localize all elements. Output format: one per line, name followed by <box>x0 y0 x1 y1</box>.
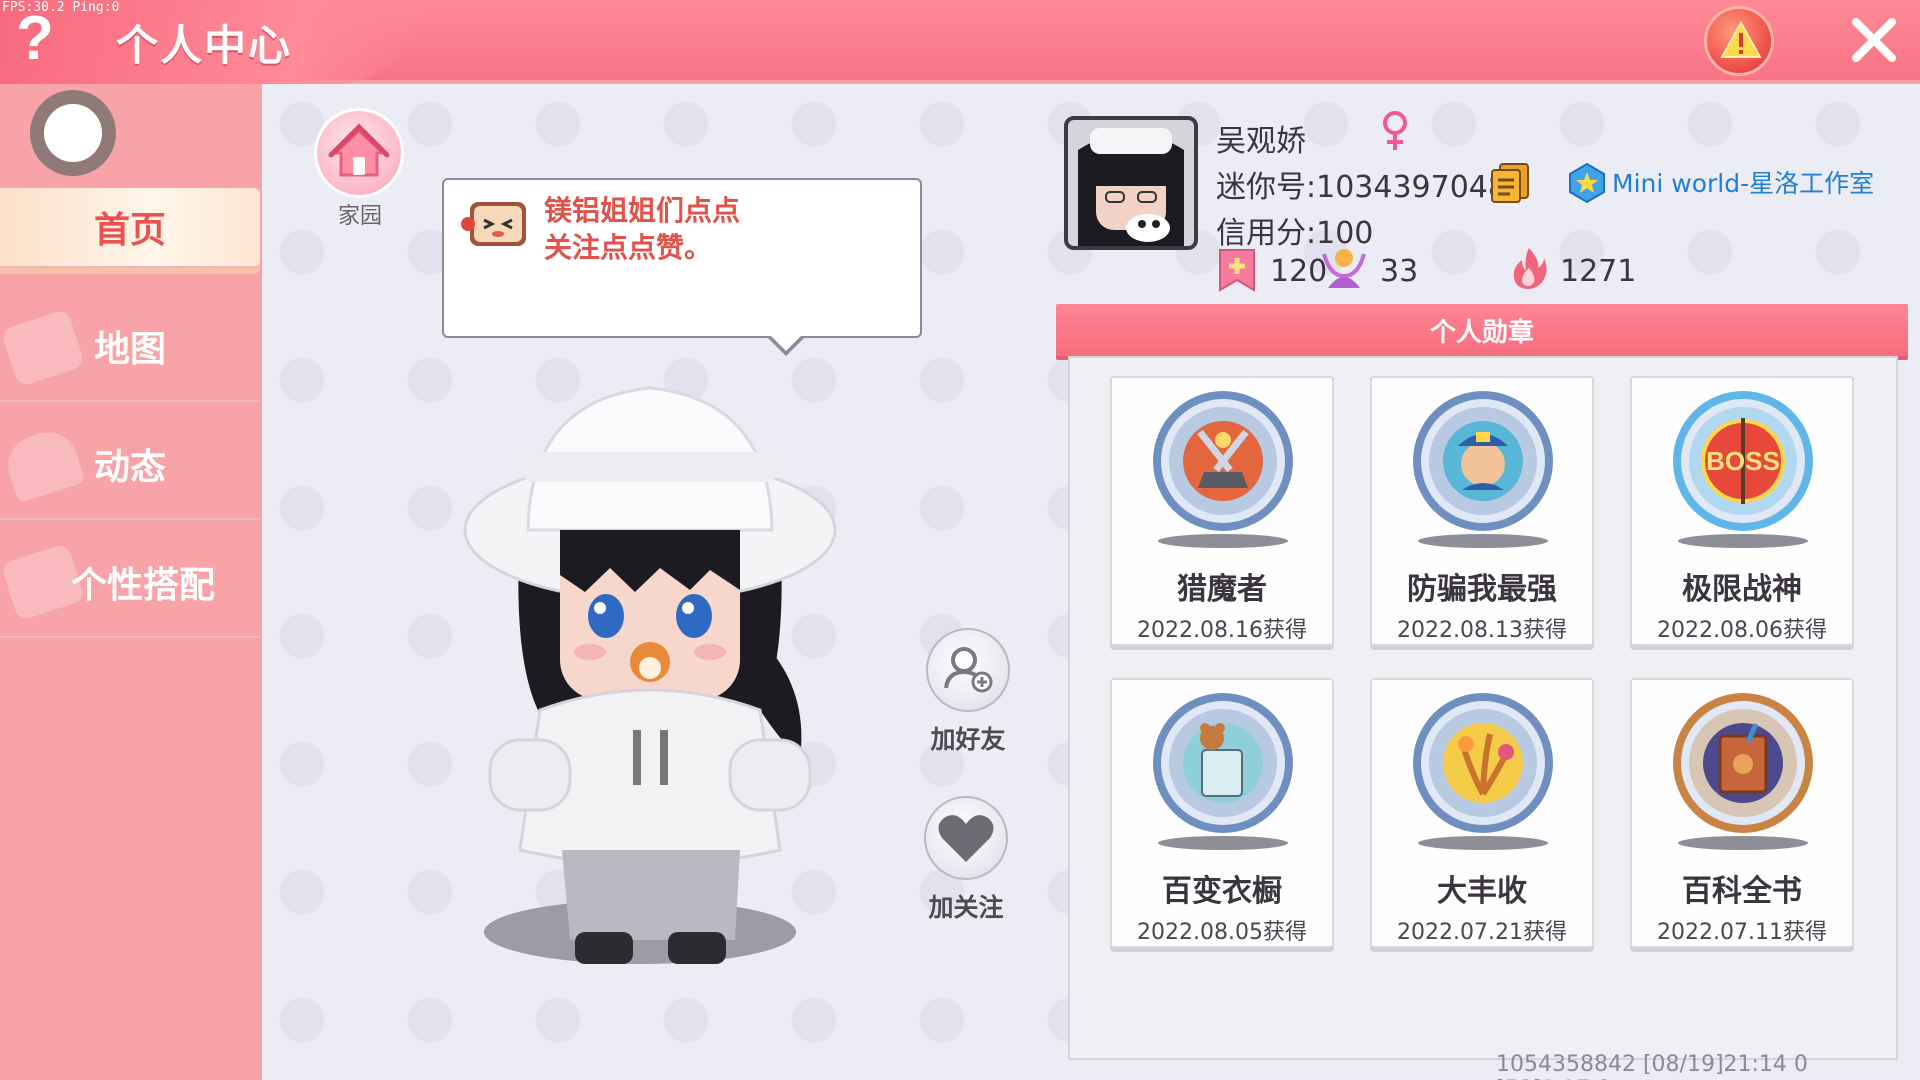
medal-header: 个人勋章 <box>1056 304 1908 360</box>
medal-name: 百变衣橱 <box>1162 874 1282 909</box>
user-status-avatar[interactable] <box>30 90 116 176</box>
top-bar: FPS:30.2 Ping:0 ? 个人中心 <box>0 0 1920 84</box>
player-name: 吴观娇 <box>1216 124 1306 159</box>
home-button[interactable] <box>314 108 404 198</box>
add-person-icon <box>944 647 993 693</box>
bell-icon <box>0 424 86 504</box>
medal-section-title: 个人勋章 <box>1429 318 1534 348</box>
sidebar-item-map[interactable]: 地图 <box>0 292 260 402</box>
medal-pedestal <box>1158 836 1288 850</box>
medal-name: 大丰收 <box>1437 874 1527 909</box>
medal-card[interactable]: 大丰收 2022.07.21获得 <box>1370 678 1594 948</box>
swords-medal-icon <box>1153 391 1293 531</box>
svg-text:BOSS: BOSS <box>1706 446 1780 476</box>
boss-medal-icon: BOSS <box>1673 391 1813 531</box>
medal-name: 猎魔者 <box>1177 572 1267 607</box>
medal-name: 防骗我最强 <box>1407 572 1557 607</box>
mini-id: 迷你号:1034397048 <box>1216 170 1507 205</box>
stat-flag-value: 120 <box>1270 254 1328 289</box>
follow-button[interactable] <box>924 796 1008 880</box>
medal-pedestal <box>1418 534 1548 548</box>
sidebar-item-outfit[interactable]: 个性搭配 <box>0 528 260 638</box>
medal-date: 2022.08.05获得 <box>1137 920 1307 945</box>
house-icon <box>328 123 390 177</box>
map-icon <box>0 308 86 388</box>
medal-date: 2022.08.06获得 <box>1657 618 1827 643</box>
page-title: 个人中心 <box>116 21 293 70</box>
home-label: 家园 <box>337 204 382 229</box>
player-character[interactable] <box>450 380 850 980</box>
stat-flame-value: 1271 <box>1560 254 1637 289</box>
mascot-emoji-icon <box>461 202 526 246</box>
flame-icon <box>1513 248 1547 289</box>
sidebar-item-label: 首页 <box>93 210 166 251</box>
sidebar-item-home[interactable]: 首页 <box>0 188 260 268</box>
sidebar: 首页 地图 动态 个性搭配 <box>0 84 262 1080</box>
outfit-icon <box>0 542 86 622</box>
bubble-message: 镁铝姐姐们点点 关注点点赞。 <box>544 192 904 266</box>
copy-icon[interactable] <box>1490 162 1530 204</box>
female-icon <box>1383 111 1407 150</box>
sidebar-item-feed[interactable]: 动态 <box>0 410 260 520</box>
add-friend-label: 加好友 <box>930 725 1006 754</box>
medal-card[interactable]: 百变衣橱 2022.08.05获得 <box>1110 678 1334 948</box>
sidebar-item-label: 地图 <box>93 329 166 370</box>
sidebar-item-label: 个性搭配 <box>70 565 215 606</box>
bubble-line-2: 关注点点赞。 <box>544 231 713 264</box>
add-friend-button[interactable] <box>926 628 1010 712</box>
stat-trophy-value: 33 <box>1380 254 1419 289</box>
medal-name: 百科全书 <box>1682 874 1802 909</box>
medal-date: 2022.07.11获得 <box>1657 920 1827 945</box>
medal-pedestal <box>1678 836 1808 850</box>
medal-card[interactable]: 百科全书 2022.07.11获得 <box>1630 678 1854 948</box>
medal-date: 2022.08.16获得 <box>1137 618 1307 643</box>
medal-pedestal <box>1678 534 1808 548</box>
report-button[interactable] <box>1704 6 1774 76</box>
sidebar-item-label: 动态 <box>93 447 166 488</box>
medal-date: 2022.08.13获得 <box>1397 618 1567 643</box>
medal-card[interactable]: 猎魔者 2022.08.16获得 <box>1110 376 1334 646</box>
bubble-line-1: 镁铝姐姐们点点 <box>544 194 741 227</box>
medal-card[interactable]: 防骗我最强 2022.08.13获得 <box>1370 376 1594 646</box>
medal-date: 2022.07.21获得 <box>1397 920 1567 945</box>
medal-card[interactable]: BOSS 极限战神 2022.08.06获得 <box>1630 376 1854 646</box>
close-icon[interactable] <box>1846 12 1902 68</box>
warning-icon <box>1720 20 1762 58</box>
build-info: 1054358842 [08/19]21:14 0 [58]1.17.0 <box>1496 1052 1808 1080</box>
medal-pedestal <box>1158 534 1288 548</box>
flag-plus-icon <box>1219 249 1255 292</box>
studio-link[interactable]: Mini world-星洛工作室 <box>1612 164 1874 200</box>
trophy-person-icon <box>1322 249 1366 288</box>
police-medal-icon <box>1413 391 1553 531</box>
help-icon[interactable]: ? <box>16 8 54 70</box>
avatar-portrait <box>1068 120 1194 246</box>
book-medal-icon <box>1673 693 1813 833</box>
profile-avatar[interactable] <box>1064 116 1198 250</box>
harvest-medal-icon <box>1413 693 1553 833</box>
follow-label: 加关注 <box>928 893 1004 922</box>
wardrobe-medal-icon <box>1153 693 1293 833</box>
medal-pedestal <box>1418 836 1548 850</box>
studio-badge-icon <box>1569 162 1605 204</box>
heart-icon <box>938 815 994 862</box>
medal-name: 极限战神 <box>1682 572 1802 607</box>
